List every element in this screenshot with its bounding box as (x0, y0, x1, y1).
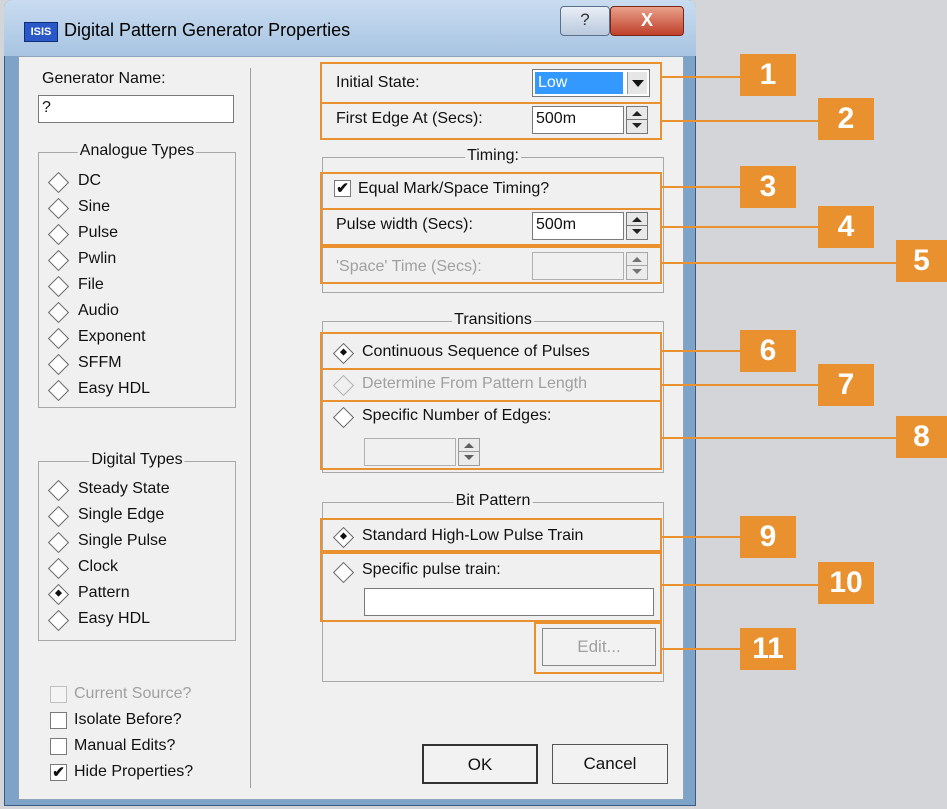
callout-badge-4: 4 (818, 206, 874, 248)
callout-badge-3: 3 (740, 166, 796, 208)
option-checkbox[interactable] (50, 686, 67, 703)
option-label[interactable]: Manual Edits? (74, 737, 175, 755)
digital-type-label[interactable]: Steady State (78, 480, 170, 498)
option-checkbox[interactable]: ✔ (50, 764, 67, 781)
callout-box-3 (320, 172, 662, 210)
callout-badge-10: 10 (818, 562, 874, 604)
callout-badge-8: 8 (896, 416, 947, 458)
callout-line-6 (662, 350, 740, 352)
digital-type-label[interactable]: Easy HDL (78, 610, 150, 628)
transitions-title: Transitions (452, 311, 534, 329)
option-label[interactable]: Current Source? (74, 685, 191, 703)
callout-badge-5: 5 (896, 240, 947, 282)
callout-box-6 (320, 332, 662, 370)
callout-line-5 (662, 262, 896, 264)
callout-box-10 (320, 552, 662, 622)
help-button[interactable]: ? (560, 6, 610, 36)
callout-line-9 (662, 536, 740, 538)
analogue-type-label[interactable]: Easy HDL (78, 380, 150, 398)
callout-box-9 (320, 518, 662, 552)
callout-box-5 (320, 246, 662, 284)
analogue-types-title: Analogue Types (77, 142, 197, 160)
option-checkbox[interactable] (50, 738, 67, 755)
digital-type-label[interactable]: Single Pulse (78, 532, 167, 550)
callout-badge-7: 7 (818, 364, 874, 406)
digital-type-label[interactable]: Clock (78, 558, 118, 576)
callout-line-10 (662, 584, 818, 586)
callout-line-11 (662, 648, 740, 650)
callout-badge-11: 11 (740, 628, 796, 670)
callout-line-8 (662, 437, 896, 439)
analogue-types-group: Analogue Types (38, 142, 236, 408)
callout-line-7 (662, 384, 818, 386)
generator-name-label: Generator Name: (42, 70, 166, 87)
callout-box-2 (320, 102, 662, 140)
option-label[interactable]: Hide Properties? (74, 763, 193, 781)
analogue-type-label[interactable]: Sine (78, 198, 110, 216)
callout-box-7 (320, 368, 662, 402)
digital-type-label[interactable]: Single Edge (78, 506, 164, 524)
callout-line-1 (662, 76, 740, 78)
window-title: Digital Pattern Generator Properties (64, 20, 351, 40)
callout-box-11 (534, 622, 662, 674)
callout-badge-1: 1 (740, 54, 796, 96)
analogue-type-label[interactable]: SFFM (78, 354, 122, 372)
analogue-type-label[interactable]: Audio (78, 302, 119, 320)
analogue-type-label[interactable]: DC (78, 172, 101, 190)
analogue-type-label[interactable]: Exponent (78, 328, 146, 346)
callout-box-4 (320, 208, 662, 246)
ok-button[interactable]: OK (422, 744, 538, 784)
callout-line-2 (662, 120, 818, 122)
callout-line-4 (662, 226, 818, 228)
generator-name-input[interactable]: ? (38, 95, 234, 123)
app-icon: ISIS (24, 22, 58, 42)
callout-line-3 (662, 186, 740, 188)
timing-title: Timing: (465, 147, 521, 165)
bit-pattern-title: Bit Pattern (453, 492, 533, 510)
analogue-type-label[interactable]: Pwlin (78, 250, 116, 268)
callout-box-8 (320, 400, 662, 470)
panel-divider (250, 68, 251, 788)
analogue-type-label[interactable]: Pulse (78, 224, 118, 242)
cancel-button[interactable]: Cancel (552, 744, 668, 784)
digital-types-title: Digital Types (89, 451, 185, 469)
analogue-type-label[interactable]: File (78, 276, 104, 294)
callout-box-1 (320, 62, 662, 104)
close-button[interactable]: X (610, 6, 684, 36)
digital-type-label[interactable]: Pattern (78, 584, 130, 602)
option-label[interactable]: Isolate Before? (74, 711, 182, 729)
callout-badge-9: 9 (740, 516, 796, 558)
option-checkbox[interactable] (50, 712, 67, 729)
callout-badge-2: 2 (818, 98, 874, 140)
callout-badge-6: 6 (740, 330, 796, 372)
